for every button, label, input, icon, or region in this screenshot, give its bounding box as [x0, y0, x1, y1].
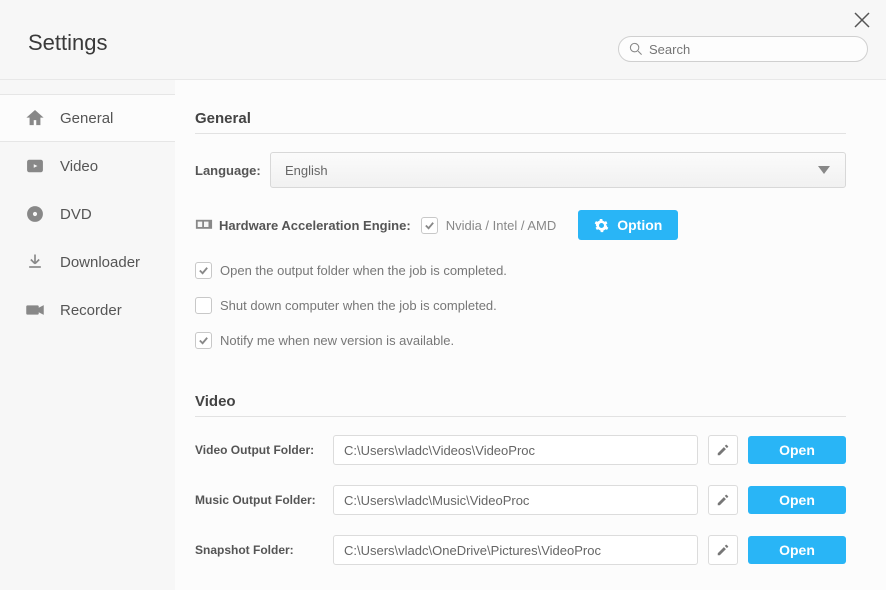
sidebar-item-dvd[interactable]: DVD [0, 190, 175, 238]
download-icon [24, 251, 46, 273]
snapshot-row: Snapshot Folder: C:\Users\vladc\OneDrive… [195, 535, 846, 565]
video-icon [24, 155, 46, 177]
hw-accel-label: Hardware Acceleration Engine: [219, 218, 411, 233]
home-icon [24, 107, 46, 129]
sidebar-item-general[interactable]: General [0, 94, 175, 142]
sidebar-item-recorder[interactable]: Recorder [0, 286, 175, 334]
language-dropdown[interactable]: English [270, 152, 846, 188]
search-box[interactable] [618, 36, 868, 62]
sidebar: General Video DVD Downloader Recorder [0, 80, 175, 590]
snapshot-path[interactable]: C:\Users\vladc\OneDrive\Pictures\VideoPr… [333, 535, 698, 565]
video-output-label: Video Output Folder: [195, 443, 323, 457]
check-icon [198, 335, 209, 346]
language-value: English [285, 163, 328, 178]
open-label: Open [779, 492, 815, 508]
main-panel: General Language: English Hardware Accel… [175, 80, 886, 590]
sidebar-item-label: Recorder [60, 302, 122, 319]
open-output-row: Open the output folder when the job is c… [195, 262, 846, 279]
music-output-open-button[interactable]: Open [748, 486, 846, 514]
video-output-open-button[interactable]: Open [748, 436, 846, 464]
snapshot-label: Snapshot Folder: [195, 543, 323, 557]
notify-row: Notify me when new version is available. [195, 332, 846, 349]
sidebar-item-video[interactable]: Video [0, 142, 175, 190]
hw-accel-checkbox[interactable] [421, 217, 438, 234]
content: General Video DVD Downloader Recorder [0, 80, 886, 590]
shutdown-row: Shut down computer when the job is compl… [195, 297, 846, 314]
hw-option-label: Option [617, 217, 662, 233]
music-output-edit-button[interactable] [708, 485, 738, 515]
section-heading-video: Video [195, 393, 846, 417]
music-output-path[interactable]: C:\Users\vladc\Music\VideoProc [333, 485, 698, 515]
shutdown-label: Shut down computer when the job is compl… [220, 298, 497, 313]
pencil-icon [716, 493, 730, 507]
recorder-icon [24, 299, 46, 321]
hw-vendors-text: Nvidia / Intel / AMD [446, 218, 557, 233]
chevron-down-icon [817, 165, 831, 175]
sidebar-item-label: General [60, 110, 113, 127]
snapshot-edit-button[interactable] [708, 535, 738, 565]
music-output-row: Music Output Folder: C:\Users\vladc\Musi… [195, 485, 846, 515]
hw-option-button[interactable]: Option [578, 210, 678, 240]
section-heading-general: General [195, 110, 846, 134]
music-output-label: Music Output Folder: [195, 493, 323, 507]
check-icon [424, 220, 435, 231]
sidebar-item-label: Video [60, 158, 98, 175]
close-button[interactable] [852, 10, 872, 30]
sidebar-item-label: DVD [60, 206, 92, 223]
open-output-label: Open the output folder when the job is c… [220, 263, 507, 278]
check-icon [198, 265, 209, 276]
hardware-accel-row: Hardware Acceleration Engine: Nvidia / I… [195, 210, 846, 240]
snapshot-open-button[interactable]: Open [748, 536, 846, 564]
shutdown-checkbox[interactable] [195, 297, 212, 314]
page-title: Settings [28, 30, 108, 56]
notify-label: Notify me when new version is available. [220, 333, 454, 348]
language-label: Language: [195, 163, 270, 178]
main-scroll[interactable]: General Language: English Hardware Accel… [175, 80, 886, 590]
open-label: Open [779, 442, 815, 458]
open-label: Open [779, 542, 815, 558]
titlebar: Settings [0, 0, 886, 80]
close-icon [852, 10, 872, 30]
sidebar-item-downloader[interactable]: Downloader [0, 238, 175, 286]
search-input[interactable] [649, 42, 857, 57]
pencil-icon [716, 543, 730, 557]
gpu-icon [195, 218, 213, 232]
search-icon [629, 42, 643, 56]
open-output-checkbox[interactable] [195, 262, 212, 279]
video-output-edit-button[interactable] [708, 435, 738, 465]
language-row: Language: English [195, 152, 846, 188]
gear-icon [594, 218, 609, 233]
pencil-icon [716, 443, 730, 457]
video-output-path[interactable]: C:\Users\vladc\Videos\VideoProc [333, 435, 698, 465]
notify-checkbox[interactable] [195, 332, 212, 349]
sidebar-item-label: Downloader [60, 254, 140, 271]
video-output-row: Video Output Folder: C:\Users\vladc\Vide… [195, 435, 846, 465]
disc-icon [24, 203, 46, 225]
